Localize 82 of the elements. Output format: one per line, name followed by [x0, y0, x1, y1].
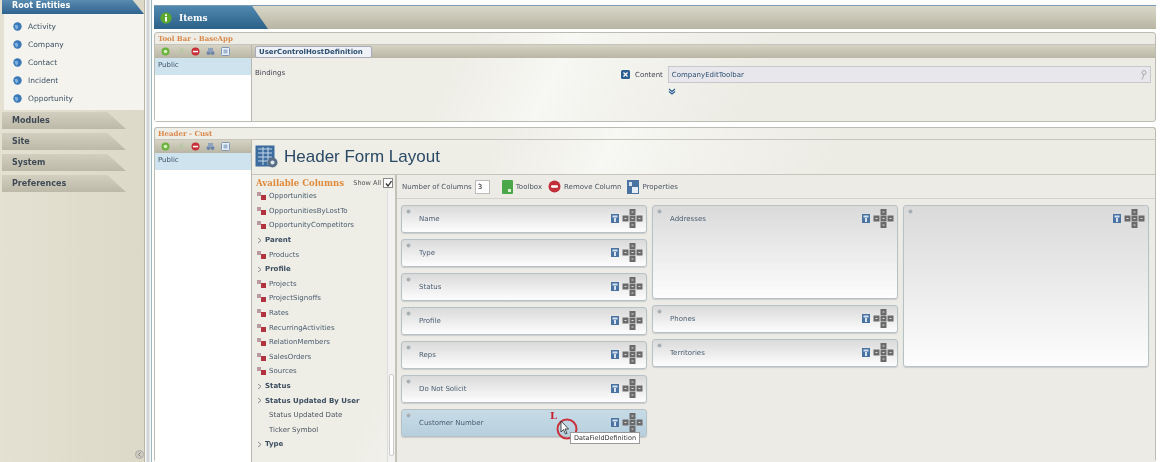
drag-handle-icon	[406, 277, 411, 282]
form-layout-icon	[255, 145, 279, 169]
panel-heading: Available Columns	[256, 178, 344, 188]
move-arrows-icon	[873, 343, 894, 362]
section-header[interactable]: Site	[2, 133, 126, 150]
move-arrows-icon	[622, 379, 643, 398]
properties-icon	[862, 348, 870, 357]
page-icon[interactable]	[221, 47, 230, 56]
group-card[interactable]	[903, 205, 1149, 367]
collapse-icon	[135, 450, 144, 459]
relation-icon	[257, 192, 266, 201]
move-arrows-icon	[622, 243, 643, 262]
properties-icon	[611, 418, 619, 427]
move-arrows-icon	[1124, 209, 1145, 228]
delete-icon[interactable]	[191, 47, 200, 56]
drag-handle-icon	[657, 343, 662, 348]
section-header[interactable]: System	[2, 154, 126, 171]
drag-handle-icon	[657, 209, 662, 214]
relation-icon	[257, 206, 266, 215]
move-arrows-icon	[622, 311, 643, 330]
properties-icon	[611, 282, 619, 291]
drag-handle-icon	[657, 309, 662, 314]
click-marker: L	[550, 411, 558, 421]
toolbox-icon	[501, 179, 513, 194]
scroll-thumb[interactable]	[389, 374, 394, 456]
check-icon	[384, 179, 392, 187]
relation-icon	[257, 323, 266, 332]
globe-icon	[13, 75, 22, 85]
relation-icon	[257, 309, 266, 318]
page-icon[interactable]	[221, 142, 230, 151]
move-arrows-icon	[873, 209, 894, 228]
move-arrows-icon	[873, 309, 894, 328]
items-tab[interactable]: Items	[154, 6, 268, 29]
properties-icon	[862, 314, 870, 323]
cursor-icon	[560, 420, 570, 435]
globe-icon	[13, 57, 22, 67]
scrollbar[interactable]	[387, 189, 395, 462]
close-icon[interactable]	[621, 70, 630, 79]
remove-icon	[548, 180, 562, 193]
section-header[interactable]: Root Entities	[2, 0, 144, 14]
properties-icon	[611, 214, 619, 223]
drag-handle-icon	[406, 311, 411, 316]
relation-icon	[257, 367, 266, 376]
show-all-checkbox[interactable]	[383, 178, 393, 188]
binoculars-icon[interactable]	[206, 47, 215, 56]
properties-icon	[862, 214, 870, 223]
move-arrows-icon	[622, 413, 643, 432]
properties-icon	[1113, 214, 1121, 223]
drag-handle-icon	[406, 209, 411, 214]
relation-icon	[257, 338, 266, 347]
globe-icon	[13, 21, 22, 31]
relation-icon	[257, 250, 266, 259]
double-chevron-icon	[668, 88, 676, 95]
relation-icon	[257, 352, 266, 361]
drag-handle-icon	[406, 413, 411, 418]
properties-icon	[611, 248, 619, 257]
drag-handle-icon	[908, 209, 913, 214]
properties-icon	[627, 179, 640, 194]
section-header[interactable]: Preferences	[2, 175, 126, 192]
info-icon	[160, 11, 172, 24]
move-arrows-icon	[622, 345, 643, 364]
delete-icon[interactable]	[191, 142, 200, 151]
relation-icon	[257, 279, 266, 288]
properties-icon	[611, 384, 619, 393]
relation-icon	[257, 221, 266, 230]
section-header[interactable]: Modules	[2, 112, 126, 129]
form-heading: Header Form Layout	[284, 147, 440, 167]
move-arrows-icon	[622, 209, 643, 228]
add-icon[interactable]	[161, 142, 170, 151]
properties-icon	[611, 350, 619, 359]
properties-icon	[611, 316, 619, 325]
add-icon[interactable]	[161, 47, 170, 56]
key-icon	[1140, 69, 1147, 80]
splitter[interactable]	[145, 0, 152, 462]
drag-handle-icon	[406, 243, 411, 248]
relation-icon	[257, 294, 266, 303]
drag-handle-icon	[406, 345, 411, 350]
globe-icon	[13, 93, 22, 103]
binoculars-icon[interactable]	[206, 142, 215, 151]
move-arrows-icon	[622, 277, 643, 296]
drag-handle-icon	[406, 379, 411, 384]
globe-icon	[13, 39, 22, 49]
